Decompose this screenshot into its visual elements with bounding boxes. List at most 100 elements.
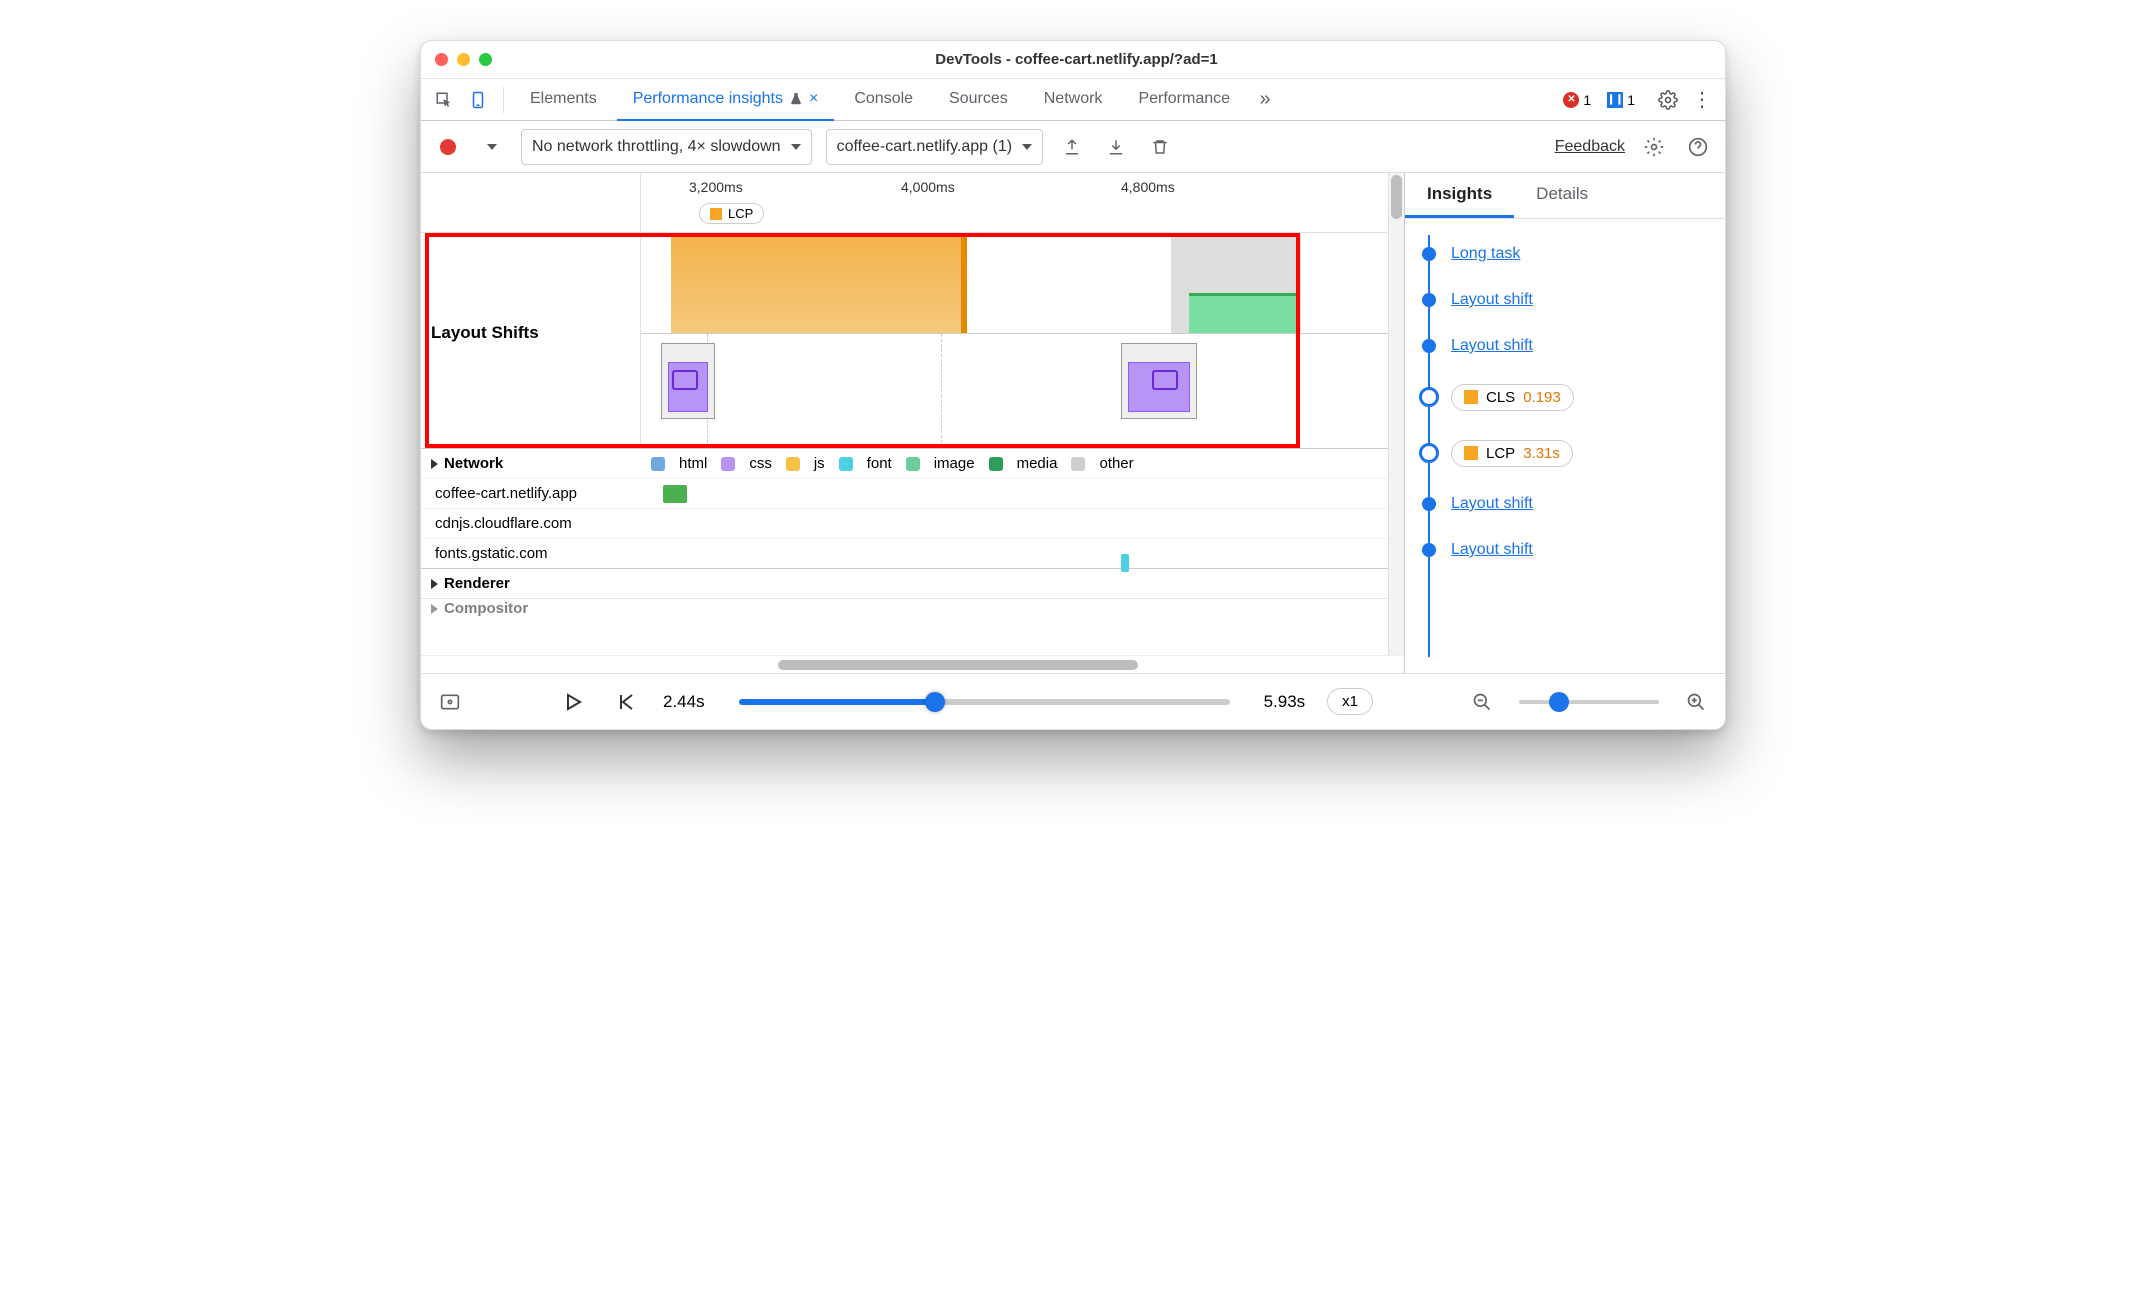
import-icon[interactable] bbox=[1101, 132, 1131, 162]
insight-item[interactable]: Layout shift bbox=[1405, 481, 1725, 527]
flask-icon bbox=[789, 92, 803, 106]
zoom-knob[interactable] bbox=[1549, 692, 1569, 712]
insight-item[interactable]: Layout shift bbox=[1405, 323, 1725, 369]
network-label: Network bbox=[444, 455, 503, 472]
network-legend: html css js font image media other bbox=[641, 455, 1134, 472]
network-domain-row[interactable]: coffee-cart.netlify.app bbox=[421, 478, 1388, 508]
speed-chip[interactable]: x1 bbox=[1327, 688, 1373, 715]
cls-chip[interactable]: CLS 0.193 bbox=[1451, 384, 1574, 411]
kebab-menu-icon[interactable]: ⋮ bbox=[1687, 85, 1717, 115]
metric-name: LCP bbox=[1486, 445, 1515, 462]
inspect-icon[interactable] bbox=[429, 85, 459, 115]
css-swatch-icon bbox=[721, 457, 735, 471]
tab-details[interactable]: Details bbox=[1514, 173, 1610, 218]
metric-value: 3.31s bbox=[1523, 445, 1560, 462]
insight-item[interactable]: LCP 3.31s bbox=[1405, 425, 1725, 481]
export-icon[interactable] bbox=[1057, 132, 1087, 162]
play-icon[interactable] bbox=[559, 687, 589, 717]
vertical-scrollbar[interactable] bbox=[1388, 173, 1404, 655]
time-slider[interactable] bbox=[739, 699, 1230, 705]
layout-shifts-track: Layout Shifts bbox=[421, 233, 1404, 448]
timeline-node-icon bbox=[1422, 293, 1436, 307]
tab-performance[interactable]: Performance bbox=[1122, 79, 1246, 121]
insight-link[interactable]: Layout shift bbox=[1451, 291, 1533, 309]
help-icon[interactable] bbox=[1683, 132, 1713, 162]
timeline-node-ring-icon bbox=[1419, 443, 1439, 463]
network-domain-row[interactable]: cdnjs.cloudflare.com bbox=[421, 508, 1388, 538]
record-dropdown[interactable] bbox=[477, 132, 507, 162]
tab-elements[interactable]: Elements bbox=[514, 79, 613, 121]
insight-item[interactable]: Layout shift bbox=[1405, 277, 1725, 323]
zoom-out-icon[interactable] bbox=[1467, 687, 1497, 717]
timeline-node-icon bbox=[1422, 543, 1436, 557]
metric-value: 0.193 bbox=[1523, 389, 1561, 406]
media-swatch-icon bbox=[989, 457, 1003, 471]
settings-icon[interactable] bbox=[1653, 85, 1683, 115]
skip-back-icon[interactable] bbox=[611, 687, 641, 717]
compositor-label: Compositor bbox=[444, 600, 528, 617]
lcp-marker-chip[interactable]: LCP bbox=[699, 203, 764, 224]
devtools-window: DevTools - coffee-cart.netlify.app/?ad=1… bbox=[420, 40, 1726, 730]
insight-item[interactable]: Long task bbox=[1405, 231, 1725, 277]
slider-knob[interactable] bbox=[925, 692, 945, 712]
timeline[interactable]: 3,200ms 4,000ms 4,800ms LCP Layout Shift… bbox=[421, 173, 1404, 655]
network-track-header[interactable]: Network html css js font image media oth… bbox=[421, 448, 1388, 478]
domain-label: cdnjs.cloudflare.com bbox=[421, 515, 641, 532]
issue-icon: ❙❙ bbox=[1607, 92, 1623, 108]
toggle-panel-icon[interactable] bbox=[435, 687, 465, 717]
network-domain-row[interactable]: fonts.gstatic.com bbox=[421, 538, 1388, 568]
lcp-swatch-icon bbox=[710, 208, 722, 220]
chevron-down-icon bbox=[1022, 144, 1032, 150]
minimize-icon[interactable] bbox=[457, 53, 470, 66]
insight-item[interactable]: Layout shift bbox=[1405, 527, 1725, 573]
layout-shifts-label: Layout Shifts bbox=[431, 323, 539, 343]
insight-link[interactable]: Layout shift bbox=[1451, 541, 1533, 559]
feedback-link[interactable]: Feedback bbox=[1555, 138, 1625, 156]
issue-count: 1 bbox=[1627, 92, 1635, 108]
horizontal-scrollbar[interactable] bbox=[421, 655, 1404, 673]
chevron-down-icon bbox=[791, 144, 801, 150]
record-button[interactable] bbox=[433, 132, 463, 162]
tab-console[interactable]: Console bbox=[838, 79, 929, 121]
lcp-chip[interactable]: LCP 3.31s bbox=[1451, 440, 1573, 467]
expand-triangle-icon bbox=[431, 459, 438, 469]
timeline-node-ring-icon bbox=[1419, 387, 1439, 407]
tab-sources[interactable]: Sources bbox=[933, 79, 1024, 121]
tick-4800: 4,800ms bbox=[1121, 179, 1175, 195]
error-badge[interactable]: ✕ 1 bbox=[1563, 92, 1591, 108]
device-mode-icon[interactable] bbox=[463, 85, 493, 115]
insight-item[interactable]: CLS 0.193 bbox=[1405, 369, 1725, 425]
playback-footer: 2.44s 5.93s x1 bbox=[421, 673, 1725, 729]
close-tab-icon[interactable]: × bbox=[809, 90, 818, 108]
lcp-swatch-icon bbox=[1464, 446, 1478, 460]
more-tabs-icon[interactable]: » bbox=[1250, 85, 1280, 115]
compositor-track-header[interactable]: Compositor bbox=[421, 598, 1388, 618]
content-area: 3,200ms 4,000ms 4,800ms LCP Layout Shift… bbox=[421, 173, 1725, 673]
zoom-in-icon[interactable] bbox=[1681, 687, 1711, 717]
tab-network[interactable]: Network bbox=[1028, 79, 1119, 121]
time-ruler: 3,200ms 4,000ms 4,800ms LCP bbox=[421, 173, 1404, 233]
tab-performance-insights[interactable]: Performance insights × bbox=[617, 79, 835, 121]
issues-badge[interactable]: ❙❙ 1 bbox=[1607, 92, 1635, 108]
insights-list[interactable]: Long task Layout shift Layout shift CLS … bbox=[1405, 219, 1725, 673]
insight-link[interactable]: Layout shift bbox=[1451, 495, 1533, 513]
recording-select[interactable]: coffee-cart.netlify.app (1) bbox=[826, 129, 1044, 165]
insight-link[interactable]: Long task bbox=[1451, 245, 1520, 263]
error-icon: ✕ bbox=[1563, 92, 1579, 108]
screenshot-thumbnail[interactable] bbox=[1121, 343, 1197, 419]
throttling-select[interactable]: No network throttling, 4× slowdown bbox=[521, 129, 812, 165]
zoom-icon[interactable] bbox=[479, 53, 492, 66]
js-swatch-icon bbox=[786, 457, 800, 471]
timeline-block-orange[interactable] bbox=[671, 233, 961, 333]
delete-icon[interactable] bbox=[1145, 132, 1175, 162]
close-icon[interactable] bbox=[435, 53, 448, 66]
insight-link[interactable]: Layout shift bbox=[1451, 337, 1533, 355]
renderer-track-header[interactable]: Renderer bbox=[421, 568, 1388, 598]
traffic-lights bbox=[435, 53, 492, 66]
timeline-block-green[interactable] bbox=[1189, 293, 1299, 333]
screenshot-thumbnail[interactable] bbox=[661, 343, 715, 419]
zoom-slider[interactable] bbox=[1519, 700, 1659, 704]
tab-insights[interactable]: Insights bbox=[1405, 173, 1514, 218]
panel-settings-icon[interactable] bbox=[1639, 132, 1669, 162]
metric-name: CLS bbox=[1486, 389, 1515, 406]
